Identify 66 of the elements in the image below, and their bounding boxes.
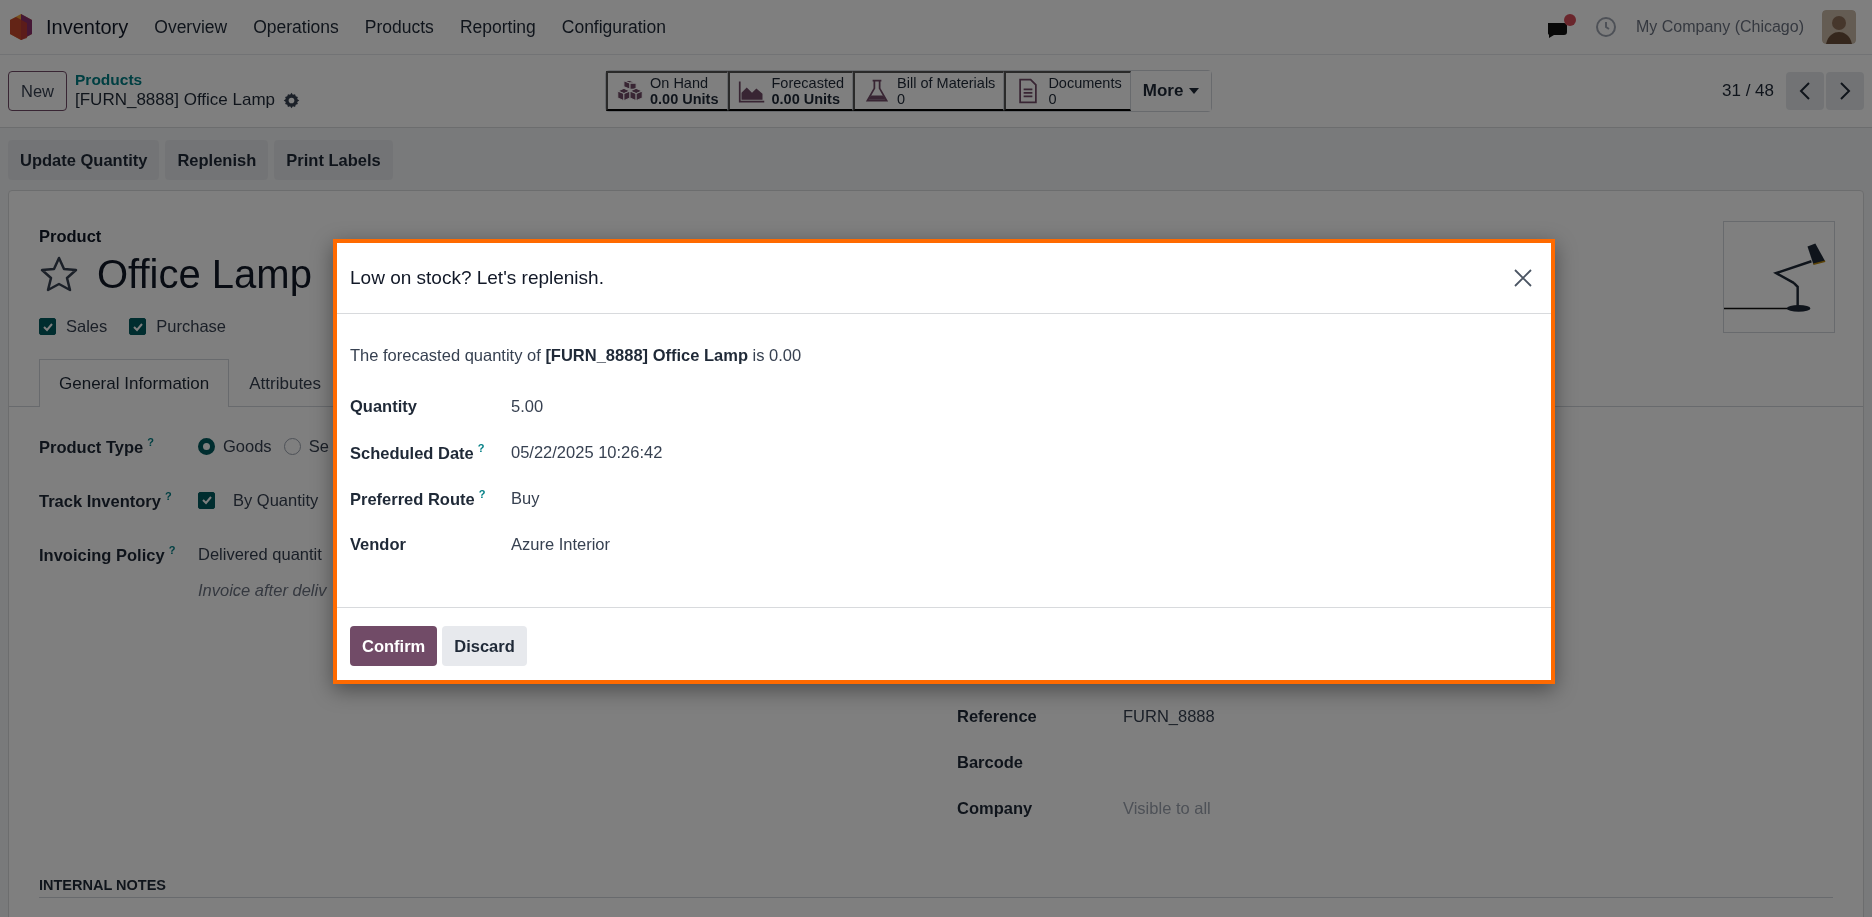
- field-label: Vendor: [350, 534, 407, 554]
- menu-item[interactable]: Reporting: [459, 16, 536, 38]
- action-button[interactable]: Replenish: [165, 140, 269, 180]
- menu-item[interactable]: Products: [364, 16, 434, 38]
- field-label: Company: [957, 798, 1034, 818]
- chat-icon[interactable]: [1545, 15, 1576, 39]
- checkbox-label: Purchase: [156, 317, 226, 336]
- area-chart-icon: [737, 78, 766, 104]
- check-icon: [200, 494, 213, 506]
- chevron-right-icon: [1839, 81, 1851, 101]
- previous-button[interactable]: [1786, 72, 1824, 110]
- stat-button[interactable]: On Hand 0.00 Units: [606, 71, 728, 111]
- input-field[interactable]: Azure Interior: [511, 530, 611, 558]
- field-label: Quantity: [350, 396, 418, 416]
- stat-button[interactable]: Bill of Materials 0: [853, 71, 1005, 111]
- action-button[interactable]: Print Labels: [274, 140, 393, 180]
- record-name: [FURN_8888] Office Lamp: [75, 89, 275, 111]
- discard-button[interactable]: Discard: [442, 626, 527, 666]
- field-label: Invoicing Policy $^{?}$: [39, 543, 177, 565]
- product-name[interactable]: Office Lamp: [97, 252, 312, 297]
- menu-item[interactable]: Overview: [154, 16, 228, 38]
- field-label: Track Inventory $^{?}$: [39, 489, 173, 511]
- next-button[interactable]: [1826, 72, 1864, 110]
- checkbox-label: By Quantity: [233, 490, 319, 510]
- radio-button[interactable]: [198, 437, 215, 455]
- tab[interactable]: Attributes: [229, 359, 342, 407]
- input-field[interactable]: Buy: [511, 484, 540, 512]
- field-note: Invoice after deliv: [198, 581, 328, 600]
- input-field[interactable]: 5.00: [511, 392, 544, 420]
- tab[interactable]: General Information: [39, 359, 230, 407]
- user-avatar[interactable]: [1822, 10, 1856, 44]
- radio-label: Se: [308, 436, 329, 456]
- field-label: Preferred Route $^{?}$: [350, 487, 487, 509]
- stat-button[interactable]: Forecasted 0.00 Units: [727, 71, 854, 111]
- caret-icon: [1189, 88, 1200, 94]
- field-label: Reference: [957, 706, 1038, 726]
- input-field[interactable]: FURN_8888: [1123, 706, 1215, 726]
- menu-item[interactable]: Configuration: [561, 16, 666, 38]
- input-field[interactable]: 05/22/2025 10:26:42: [511, 438, 663, 466]
- confirm-button[interactable]: Confirm: [350, 626, 438, 666]
- breadcrumb-link[interactable]: Products: [75, 71, 605, 89]
- checkbox-label: Sales: [66, 317, 108, 336]
- radio-label: Goods: [223, 436, 272, 456]
- app-logo-icon[interactable]: [8, 13, 34, 41]
- clock-icon[interactable]: [1593, 15, 1618, 39]
- dialog-title: Low on stock? Let's replenish.: [350, 267, 605, 289]
- form-label: Product: [39, 227, 103, 246]
- field-label: Scheduled Date $^{?}$: [350, 441, 486, 463]
- select-field[interactable]: Delivered quantit: [198, 544, 322, 564]
- close-icon: [1513, 268, 1533, 288]
- checkbox[interactable]: [39, 318, 56, 335]
- company-switcher[interactable]: My Company (Chicago): [1635, 18, 1804, 36]
- section-title: INTERNAL NOTES: [39, 877, 1833, 898]
- settings-icon[interactable]: [283, 91, 300, 109]
- checkbox[interactable]: [129, 318, 147, 335]
- app-name[interactable]: Inventory: [46, 15, 129, 39]
- field-label: Product Type $^{?}$: [39, 435, 155, 457]
- action-button[interactable]: Update Quantity: [8, 140, 160, 180]
- checkbox[interactable]: [198, 491, 215, 509]
- stat-button[interactable]: Documents 0: [1004, 71, 1131, 111]
- new-button[interactable]: New: [8, 71, 67, 111]
- dialog-message: The forecasted quantity of [FURN_8888] Office Lamp is 0.00: [350, 346, 803, 365]
- chevron-left-icon: [1799, 81, 1811, 101]
- pager-value: 31 / 48: [1722, 81, 1774, 101]
- menu-item[interactable]: Operations: [253, 16, 339, 38]
- field-label: Barcode: [957, 752, 1025, 772]
